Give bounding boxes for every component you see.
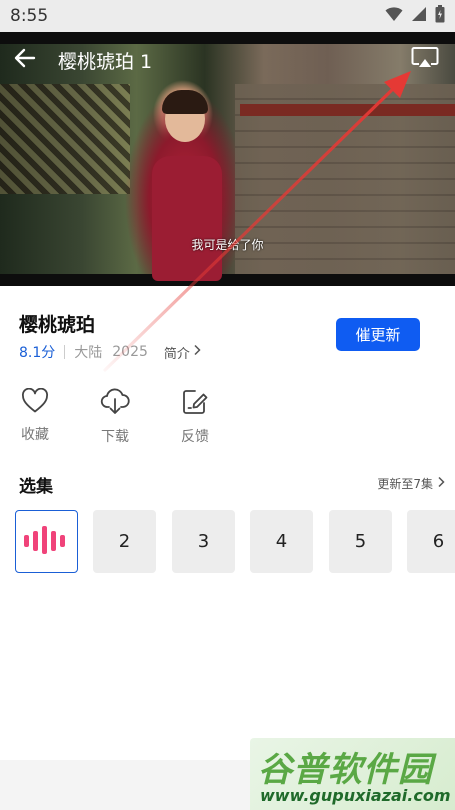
video-scene-girl-hair (162, 90, 208, 114)
watermark-url: www.gupuxiazai.com (260, 786, 451, 805)
video-scene-roof (240, 104, 455, 116)
feedback-action[interactable]: 反馈 (170, 388, 220, 446)
region: 大陆 (74, 345, 103, 361)
download-action[interactable]: 下载 (90, 388, 140, 446)
chevron-right-icon (193, 344, 201, 360)
video-scene-girl-dress (152, 156, 222, 281)
status-icons (385, 5, 445, 27)
playing-bars-icon (23, 524, 71, 559)
episode-2[interactable]: 2 (93, 510, 156, 573)
player-title: 樱桃琥珀 1 (58, 50, 153, 73)
chevron-right-icon (437, 476, 445, 491)
episode-3[interactable]: 3 (172, 510, 235, 573)
arrow-left-icon (14, 48, 36, 72)
watermark-logo: 谷普软件园 www.gupuxiazai.com (250, 738, 455, 810)
video-scene-lattice (0, 84, 130, 194)
episodes-header: 选集 更新至7集 (0, 470, 455, 497)
signal-icon (411, 6, 427, 26)
rating: 8.1分 (19, 345, 56, 361)
battery-icon (435, 5, 445, 27)
episode-5[interactable]: 5 (329, 510, 392, 573)
episode-4[interactable]: 4 (250, 510, 313, 573)
urge-update-button[interactable]: 催更新 (336, 318, 420, 351)
episodes-more-link[interactable]: 更新至7集 (377, 475, 445, 492)
episodes-more-label: 更新至7集 (377, 477, 433, 491)
episode-list: 2 3 4 5 6 (15, 510, 455, 574)
feedback-edit-icon (181, 388, 209, 420)
intro-link[interactable]: 简介 (164, 343, 201, 362)
screen-cast-icon (411, 46, 439, 74)
feedback-label: 反馈 (181, 429, 209, 445)
video-player[interactable]: 樱桃琥珀 1 我可是给了你 (0, 32, 455, 286)
video-subtitle: 我可是给了你 (191, 238, 264, 252)
year: 2025 (112, 344, 148, 360)
cloud-download-icon (100, 388, 130, 420)
back-button[interactable] (14, 48, 36, 72)
heart-icon (21, 387, 49, 418)
action-bar: 收藏 下载 反馈 (0, 387, 455, 448)
episode-6[interactable]: 6 (407, 510, 455, 573)
favorite-action[interactable]: 收藏 (10, 387, 60, 444)
episode-1-playing[interactable] (15, 510, 78, 573)
favorite-label: 收藏 (21, 427, 49, 443)
screen-cast-button[interactable] (409, 44, 441, 76)
meta-divider (64, 345, 66, 359)
show-meta: 8.1分 大陆 2025 简介 (19, 342, 201, 362)
status-time: 8:55 (10, 6, 49, 26)
download-label: 下载 (101, 429, 129, 445)
episodes-title: 选集 (19, 477, 53, 497)
status-bar: 8:55 (0, 0, 455, 32)
intro-label: 简介 (163, 346, 190, 362)
wifi-icon (385, 6, 403, 26)
watermark-brand: 谷普软件园 (258, 750, 433, 790)
player-top-bar: 樱桃琥珀 1 (0, 32, 455, 88)
show-title: 樱桃琥珀 (19, 314, 96, 336)
